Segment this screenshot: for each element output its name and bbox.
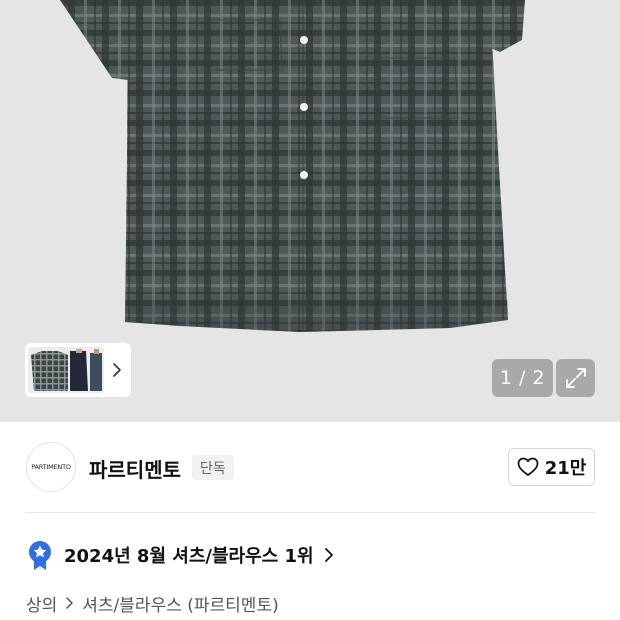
ranking-link[interactable]: 2024년 8월 셔츠/블라우스 1위 [28,540,334,570]
heart-icon [517,457,539,476]
product-image-gallery[interactable]: 1 / 2 [0,0,620,422]
breadcrumb-subcategory[interactable]: 셔츠/블라우스 (파르티멘토) [82,591,278,616]
ranking-text: 2024년 8월 셔츠/블라우스 1위 [64,546,314,567]
brand-row: PARTIMENTO 파르티멘토 단독 21만 [0,422,620,512]
brand-logo[interactable]: PARTIMENTO [26,442,76,492]
like-button[interactable]: 21만 [508,448,595,486]
divider [25,512,595,513]
image-counter: 1 / 2 [492,359,553,397]
thumbnail-image[interactable] [28,347,104,393]
breadcrumb: 상의 셔츠/블라우스 (파르티멘토) [26,590,279,616]
expand-icon [565,368,586,388]
medal-icon [29,541,51,570]
expand-button[interactable] [556,359,595,397]
chevron-right-icon [324,547,334,563]
thumbnail-strip[interactable] [25,343,131,397]
like-count: 21만 [544,458,587,479]
exclusive-badge: 단독 [192,455,234,480]
chevron-right-icon [65,596,74,610]
brand-logo-text: PARTIMENTO [31,463,71,471]
chevron-right-icon[interactable] [104,347,130,393]
brand-name[interactable]: 파르티멘토 [89,454,181,483]
breadcrumb-category[interactable]: 상의 [26,591,57,616]
